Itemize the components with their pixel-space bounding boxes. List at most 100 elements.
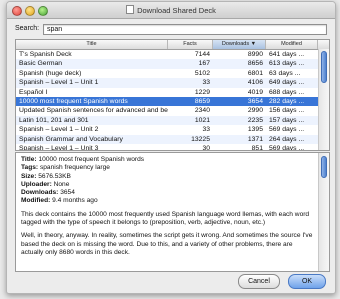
cell-facts: 33 xyxy=(202,126,210,134)
cell-title: Español I xyxy=(19,88,48,96)
dialog-buttons: Cancel OK xyxy=(238,274,326,289)
table-body: T's Spanish Deck 7144 8990 641 days ... Basi… xyxy=(16,50,329,151)
detail-size-value: 5676.53KB xyxy=(38,172,71,180)
detail-downloads-line: Downloads: 3654 xyxy=(21,189,313,197)
column-header-downloads-label: Downloads xyxy=(221,41,250,47)
table-row[interactable]: Latin 101, 201 and 301 1021 2235 157 days .… xyxy=(16,115,329,126)
cell-title: 10000 most frequent Spanish words xyxy=(19,97,128,105)
detail-uploader-label: Uploader: xyxy=(21,180,52,188)
cell-title: Latin 101, 201 and 301 xyxy=(19,116,89,124)
cell-downloads: 4106 xyxy=(247,79,263,87)
table-scrollbar[interactable] xyxy=(318,49,329,150)
deck-table: Title Facts Downloads ▼ Modified T's Spa… xyxy=(15,39,330,151)
table-row[interactable]: Spanish – Level 1 – Unit 2 33 1395 569 days… xyxy=(16,125,329,134)
detail-uploader-line: Uploader: None xyxy=(21,181,313,189)
detail-downloads-label: Downloads: xyxy=(21,189,59,197)
cell-modified: 264 days ... xyxy=(269,135,305,143)
cell-facts: 2340 xyxy=(194,107,210,115)
cell-facts: 8659 xyxy=(194,97,210,105)
cell-modified: 282 days ... xyxy=(269,97,305,105)
cell-title: Spanish – Level 1 – Unit 1 xyxy=(19,79,99,87)
cancel-button[interactable]: Cancel xyxy=(238,274,280,289)
cell-downloads: 1395 xyxy=(247,126,263,134)
cell-modified: 157 days ... xyxy=(269,116,305,124)
title-bar: Download Shared Deck xyxy=(7,2,335,19)
cell-facts: 7144 xyxy=(194,51,210,58)
cell-title: Basic German xyxy=(19,60,63,68)
deck-details-text: Title: 10000 most frequent Spanish words… xyxy=(21,156,313,257)
cell-title: Spanish – Level 1 – Unit 3 xyxy=(19,144,99,151)
cell-downloads: 2235 xyxy=(247,116,263,124)
deck-details-panel: Title: 10000 most frequent Spanish words… xyxy=(15,152,330,272)
cell-modified: 569 days ... xyxy=(269,144,305,151)
cell-title: Spanish – Level 1 – Unit 2 xyxy=(19,126,99,134)
table-row[interactable]: 10000 most frequent Spanish words 8659 365… xyxy=(16,96,329,107)
table-scrollbar-thumb[interactable] xyxy=(321,51,327,83)
detail-tags-line: Tags: spanish frequency large xyxy=(21,164,313,172)
detail-size-label: Size: xyxy=(21,172,37,180)
column-header-downloads[interactable]: Downloads ▼ xyxy=(213,40,266,49)
cell-facts: 1021 xyxy=(194,116,210,124)
details-scrollbar-thumb[interactable] xyxy=(321,156,327,178)
cell-facts: 33 xyxy=(202,79,210,87)
window-title: Download Shared Deck xyxy=(7,5,335,15)
detail-title-value: 10000 most frequent Spanish words xyxy=(38,156,145,163)
search-row: Search: span xyxy=(15,24,327,36)
search-input[interactable]: span xyxy=(43,24,327,35)
detail-modified-line: Modified: 9.4 months ago xyxy=(21,197,313,205)
column-header-facts[interactable]: Facts xyxy=(168,40,213,49)
table-row[interactable]: Spanish Grammar and Vocabulary 13225 1371 2… xyxy=(16,134,329,144)
cell-downloads: 4019 xyxy=(247,88,263,96)
detail-title-line: Title: 10000 most frequent Spanish words xyxy=(21,156,313,164)
cell-modified: 569 days ... xyxy=(269,126,305,134)
cell-downloads: 2990 xyxy=(247,107,263,115)
header-corner xyxy=(318,40,329,49)
cell-facts: 30 xyxy=(202,144,210,151)
document-icon xyxy=(126,5,135,14)
detail-size-line: Size: 5676.53KB xyxy=(21,173,313,181)
search-label: Search: xyxy=(15,25,40,32)
detail-tags-label: Tags: xyxy=(21,164,39,172)
table-row[interactable]: Updated Spanish sentences for advanced a… xyxy=(16,106,329,115)
table-row[interactable]: Spanish – Level 1 – Unit 1 33 4106 649 days… xyxy=(16,78,329,88)
cell-modified: 613 days ... xyxy=(269,60,305,68)
table-row[interactable]: Spanish (huge deck) 5102 6801 63 days ... xyxy=(16,69,329,78)
cell-facts: 1229 xyxy=(194,88,210,96)
detail-modified-value: 9.4 months ago xyxy=(52,197,98,205)
table-row[interactable]: Basic German 167 8656 613 days ... xyxy=(16,59,329,69)
cell-facts: 167 xyxy=(198,60,210,68)
cell-facts: 5102 xyxy=(194,69,210,77)
cell-title: T's Spanish Deck xyxy=(19,51,72,58)
detail-downloads-value: 3654 xyxy=(60,189,75,197)
cell-downloads: 1371 xyxy=(247,135,263,143)
table-row[interactable]: T's Spanish Deck 7144 8990 641 days ... xyxy=(16,50,329,59)
cell-downloads: 6801 xyxy=(247,69,263,77)
window-title-text: Download Shared Deck xyxy=(137,6,216,15)
cell-facts: 13225 xyxy=(191,135,210,143)
cell-modified: 63 days ... xyxy=(269,69,301,77)
detail-description-paragraph-2: Well, in theory, anyway. In reality, som… xyxy=(21,232,313,256)
details-scrollbar[interactable] xyxy=(318,153,329,271)
cell-title: Spanish Grammar and Vocabulary xyxy=(19,135,123,143)
cell-title: Updated Spanish sentences for advanced a… xyxy=(19,107,168,115)
table-row[interactable]: Español I 1229 4019 688 days ... xyxy=(16,88,329,97)
cell-modified: 649 days ... xyxy=(269,79,305,87)
detail-description-paragraph-1: This deck contains the 10000 most freque… xyxy=(21,210,310,227)
column-header-modified[interactable]: Modified xyxy=(266,40,318,49)
detail-modified-label: Modified: xyxy=(21,197,51,205)
cell-title: Spanish (huge deck) xyxy=(19,69,82,77)
cell-modified: 156 days ... xyxy=(269,107,305,115)
cell-downloads: 8656 xyxy=(247,60,263,68)
cell-downloads: 3654 xyxy=(247,97,263,105)
table-row[interactable]: Spanish – Level 1 – Unit 3 30 851 569 days … xyxy=(16,144,329,151)
cell-downloads: 851 xyxy=(251,144,263,151)
ok-button[interactable]: OK xyxy=(288,274,326,289)
detail-tags-value: spanish frequency large xyxy=(39,164,110,172)
detail-uploader-value: None xyxy=(53,180,70,188)
download-shared-deck-window: Download Shared Deck Search: span Title … xyxy=(6,1,336,294)
detail-title-label: Title: xyxy=(21,156,37,163)
sort-descending-icon: ▼ xyxy=(250,41,257,47)
column-header-title[interactable]: Title xyxy=(16,40,168,49)
table-header: Title Facts Downloads ▼ Modified xyxy=(16,40,329,50)
cell-modified: 688 days ... xyxy=(269,88,305,96)
